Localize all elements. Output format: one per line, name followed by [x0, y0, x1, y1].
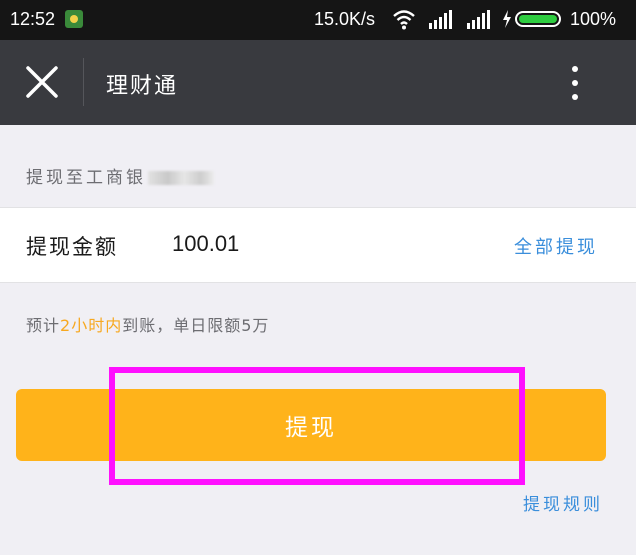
arrival-note: 预计2小时内到账，单日限额5万 — [26, 312, 269, 336]
title-divider — [83, 58, 84, 106]
charging-icon — [503, 10, 511, 28]
withdraw-all-link[interactable]: 全部提现 — [514, 233, 598, 259]
masked-account-number — [148, 171, 214, 185]
title-bar: 理财通 — [0, 40, 636, 125]
status-bar: 12:52 15.0K/s 100% — [0, 0, 636, 40]
amount-row: 提现金额 全部提现 — [0, 207, 636, 283]
close-icon[interactable] — [22, 62, 62, 102]
note-prefix: 预计 — [26, 316, 61, 335]
network-speed: 15.0K/s — [314, 9, 376, 29]
app-notification-icon — [65, 10, 83, 28]
withdraw-button[interactable]: 提现 — [16, 389, 606, 461]
status-time: 12:52 — [10, 9, 56, 29]
note-highlight: 2小时内 — [60, 316, 123, 335]
wifi-icon — [393, 10, 415, 30]
page-title: 理财通 — [106, 74, 179, 99]
more-vertical-icon[interactable] — [560, 60, 590, 106]
amount-label: 提现金额 — [26, 235, 118, 259]
withdraw-rules-link[interactable]: 提现规则 — [523, 490, 603, 515]
signal-icon — [467, 10, 490, 29]
amount-input[interactable] — [172, 231, 372, 257]
battery-icon — [515, 11, 561, 27]
destination-label: 提现至工商银 — [26, 168, 146, 188]
note-suffix: 到账，单日限额5万 — [122, 316, 270, 335]
destination-account: 提现至工商银 — [26, 163, 214, 188]
signal-icon — [429, 10, 452, 29]
battery-level: 100% — [570, 9, 617, 29]
